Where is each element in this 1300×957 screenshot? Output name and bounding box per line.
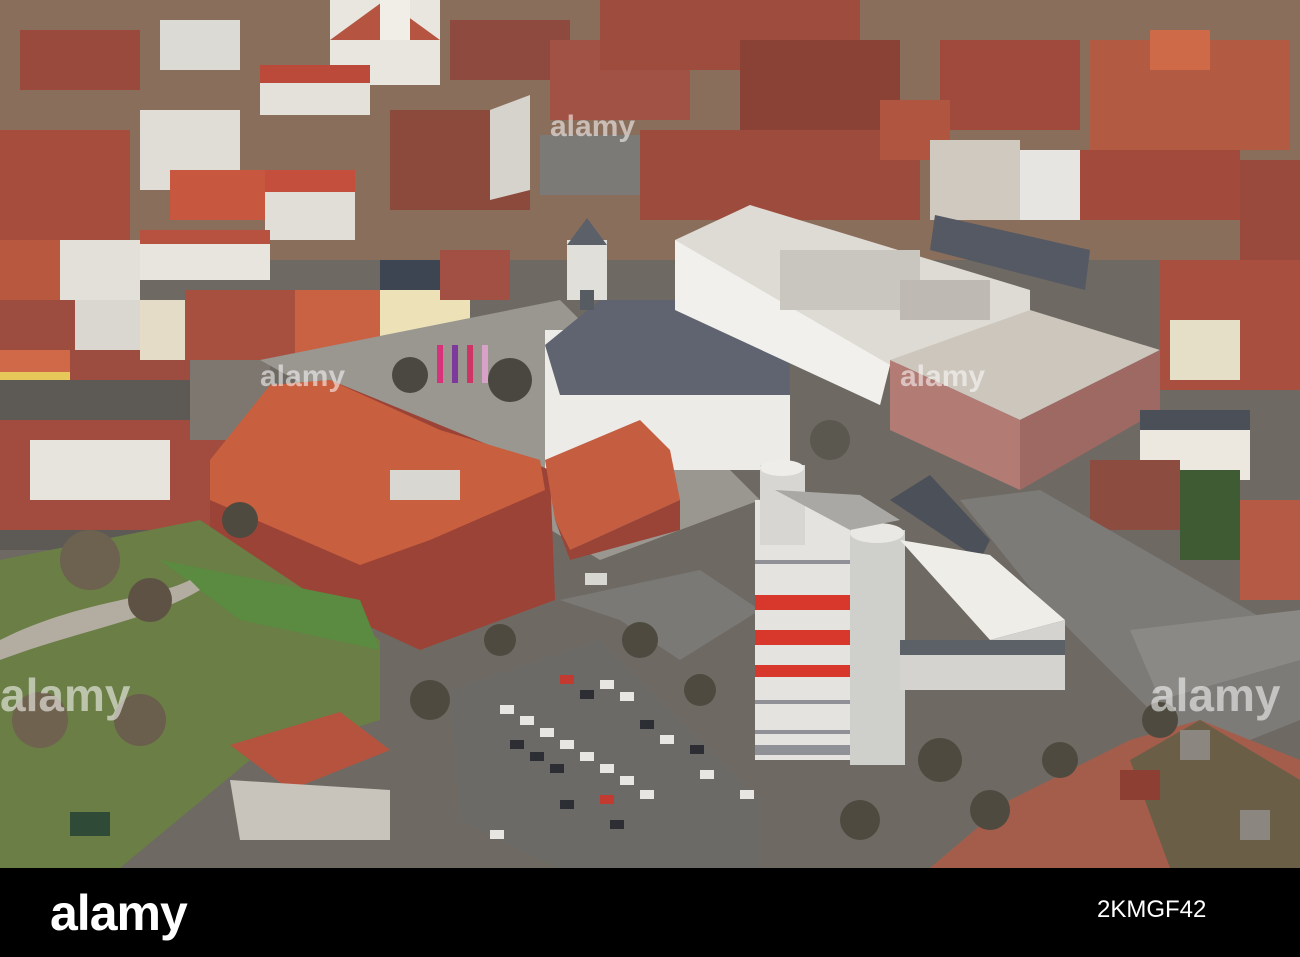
image-id: 2KMGF42 — [1097, 896, 1207, 923]
aerial-photo: alamy alamy alamy alamy alamy — [0, 0, 1300, 868]
alamy-logo[interactable]: alamy — [50, 888, 188, 938]
